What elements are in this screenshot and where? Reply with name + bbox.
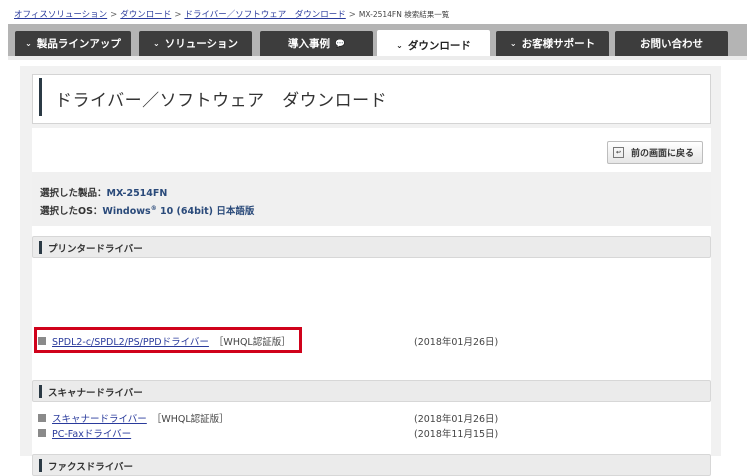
chevron-down-icon: ⌄ <box>153 39 160 48</box>
breadcrumb-current: MX-2514FN 検索結果一覧 <box>358 10 450 19</box>
selected-product: 選択した製品：MX-2514FN <box>40 185 167 199</box>
selected-os: 選択したOS：Windows® 10 (64bit) 日本語版 <box>40 203 254 217</box>
section-title: ファクスドライバー <box>48 462 134 473</box>
chevron-down-icon: ⌄ <box>509 39 517 48</box>
release-date: (2018年11月15日) <box>414 429 499 440</box>
list-item: スキャナードライバー ［WHQL認証版］ <box>38 411 229 425</box>
os-name: Windows <box>102 206 151 217</box>
whql-note: ［WHQL認証版］ <box>151 414 229 425</box>
page-title: ドライバー／ソフトウェア ダウンロード <box>55 91 388 111</box>
chevron-down-icon: ⌄ <box>396 40 403 50</box>
back-button-label: 前の画面に戻る <box>630 149 694 159</box>
page-title-box: ドライバー／ソフトウェア ダウンロード <box>32 74 711 124</box>
breadcrumb-separator: > <box>110 10 118 20</box>
title-accent-bar <box>39 78 42 116</box>
tab-solutions[interactable]: ⌄ ソリューション <box>139 31 252 56</box>
nav-underline <box>8 56 747 60</box>
section-title: プリンタードライバー <box>48 244 143 255</box>
tab-label: ダウンロード <box>407 39 471 52</box>
list-item: PC-Faxドライバー <box>38 426 131 440</box>
content-area: ↩ 前の画面に戻る 選択した製品：MX-2514FN 選択したOS：Windows… <box>32 128 711 476</box>
section-accent-bar <box>39 459 42 472</box>
tab-label: ソリューション <box>164 38 238 50</box>
selection-summary: 選択した製品：MX-2514FN 選択したOS：Windows® 10 (64b… <box>32 172 711 226</box>
main-panel: ドライバー／ソフトウェア ダウンロード ↩ 前の画面に戻る 選択した製品：MX-2… <box>20 66 721 476</box>
chevron-down-icon: ⌄ <box>25 39 32 48</box>
tab-label: お問い合わせ <box>640 38 703 50</box>
os-version: 10 (64bit) 日本語版 <box>156 206 255 217</box>
section-fax-driver: ファクスドライバー <box>32 454 711 476</box>
breadcrumb-link-download[interactable]: ダウンロード <box>120 10 171 20</box>
tab-label: 製品ラインアップ <box>36 38 121 50</box>
bullet-square-icon <box>38 414 46 422</box>
tab-product-lineup[interactable]: ⌄ 製品ラインアップ <box>15 31 131 56</box>
selected-os-label: 選択したOS： <box>40 206 103 217</box>
speech-bubble-icon: 💬 <box>335 39 345 48</box>
breadcrumb: オフィスソリューション > ダウンロード > ドライバー／ソフトウェア ダウンロード > M… <box>14 8 449 20</box>
section-title: スキャナードライバー <box>48 388 143 399</box>
breadcrumb-link-office-solutions[interactable]: オフィスソリューション <box>14 10 107 20</box>
breadcrumb-separator: > <box>348 10 356 20</box>
main-nav: ⌄ 製品ラインアップ ⌄ ソリューション 導入事例 💬 ⌄ ダウンロード ⌄ お客様サポー… <box>8 24 747 60</box>
section-printer-driver: プリンタードライバー <box>32 236 711 258</box>
download-link-scanner-driver[interactable]: スキャナードライバー <box>52 411 147 425</box>
selected-os-value: Windows® 10 (64bit) 日本語版 <box>102 205 255 217</box>
selected-product-value: MX-2514FN <box>106 188 168 199</box>
section-accent-bar <box>39 385 42 398</box>
tab-contact[interactable]: お問い合わせ <box>615 31 728 56</box>
tab-case-studies[interactable]: 導入事例 💬 <box>260 31 373 56</box>
breadcrumb-link-driver-software[interactable]: ドライバー／ソフトウェア ダウンロード <box>184 10 345 20</box>
selected-product-label: 選択した製品： <box>40 188 107 199</box>
section-accent-bar <box>39 241 42 254</box>
breadcrumb-separator: > <box>174 10 182 20</box>
tab-customer-support[interactable]: ⌄ お客様サポート <box>496 31 609 56</box>
tab-label: お客様サポート <box>521 38 596 50</box>
highlight-box <box>34 327 302 353</box>
return-arrow-icon: ↩ <box>612 147 624 158</box>
back-button[interactable]: ↩ 前の画面に戻る <box>606 141 703 164</box>
release-date: (2018年01月26日) <box>414 414 499 425</box>
tab-label: 導入事例 <box>288 38 331 50</box>
bullet-square-icon <box>38 429 46 437</box>
release-date: (2018年01月26日) <box>414 337 499 348</box>
download-link-pc-fax-driver[interactable]: PC-Faxドライバー <box>52 426 131 440</box>
section-scanner-driver: スキャナードライバー <box>32 380 711 402</box>
